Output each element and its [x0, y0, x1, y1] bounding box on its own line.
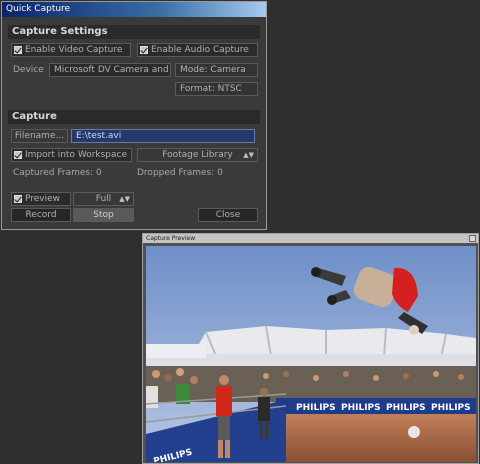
- captured-frames-readout: Captured Frames: 0: [13, 168, 102, 178]
- checkbox-checked-icon: [14, 46, 22, 54]
- device-select[interactable]: Microsoft DV Camera and Vi: [49, 63, 171, 77]
- banner-text-3: PHILIPS: [386, 403, 426, 413]
- banner-text-2: PHILIPS: [341, 403, 381, 413]
- capture-header: Capture: [8, 110, 260, 124]
- enable-audio-checkbox[interactable]: Enable Audio Capture: [137, 43, 258, 57]
- quick-capture-window: Quick Capture Capture Settings Enable Vi…: [1, 1, 267, 230]
- preview-title: Capture Preview: [143, 234, 478, 243]
- checkbox-checked-icon: [140, 46, 148, 54]
- enable-video-label: Enable Video Capture: [25, 45, 123, 55]
- window-title: Quick Capture: [2, 2, 266, 17]
- dropped-frames-readout: Dropped Frames: 0: [137, 168, 223, 178]
- checkbox-checked-icon: [14, 195, 22, 203]
- updown-arrow-icon: ▲▼: [119, 195, 130, 203]
- checkbox-checked-icon: [14, 151, 22, 159]
- stop-button[interactable]: Stop: [73, 208, 134, 222]
- banner-text-4: PHILIPS: [431, 403, 471, 413]
- close-icon[interactable]: [469, 235, 476, 242]
- format-readout: Format: NTSC: [175, 82, 258, 96]
- skateboard-video-frame: PHILIPS PHILIPS PHILIPS PHILIPS PHILIPS: [146, 246, 476, 462]
- footage-library-label: Footage Library: [162, 150, 233, 160]
- halfpipe-ramp: [286, 414, 476, 462]
- device-label: Device: [13, 65, 44, 75]
- preview-title-text: Capture Preview: [146, 235, 196, 242]
- preview-checkbox[interactable]: Preview: [11, 192, 71, 206]
- banner-text-1: PHILIPS: [296, 403, 336, 413]
- import-workspace-label: Import into Workspace: [25, 150, 128, 160]
- enable-video-checkbox[interactable]: Enable Video Capture: [11, 43, 131, 57]
- import-workspace-checkbox[interactable]: Import into Workspace: [11, 148, 132, 162]
- updown-arrow-icon: ▲▼: [243, 151, 254, 159]
- ramp-sticker: [408, 426, 420, 438]
- video-preview-frame: PHILIPS PHILIPS PHILIPS PHILIPS PHILIPS: [146, 246, 476, 462]
- capture-settings-header: Capture Settings: [8, 25, 260, 39]
- filename-button[interactable]: Filename...: [11, 129, 68, 143]
- filename-field[interactable]: E:\test.avi: [71, 129, 255, 143]
- close-button[interactable]: Close: [198, 208, 258, 222]
- enable-audio-label: Enable Audio Capture: [151, 45, 249, 55]
- preview-size-select[interactable]: Full ▲▼: [73, 192, 134, 206]
- footage-library-select[interactable]: Footage Library ▲▼: [137, 148, 258, 162]
- preview-label: Preview: [25, 194, 61, 204]
- preview-size-label: Full: [95, 194, 112, 204]
- mode-readout: Mode: Camera: [175, 63, 258, 77]
- capture-preview-window: Capture Preview PHILIPS PHILIPS PHILIPS …: [142, 233, 479, 464]
- record-button[interactable]: Record: [11, 208, 71, 222]
